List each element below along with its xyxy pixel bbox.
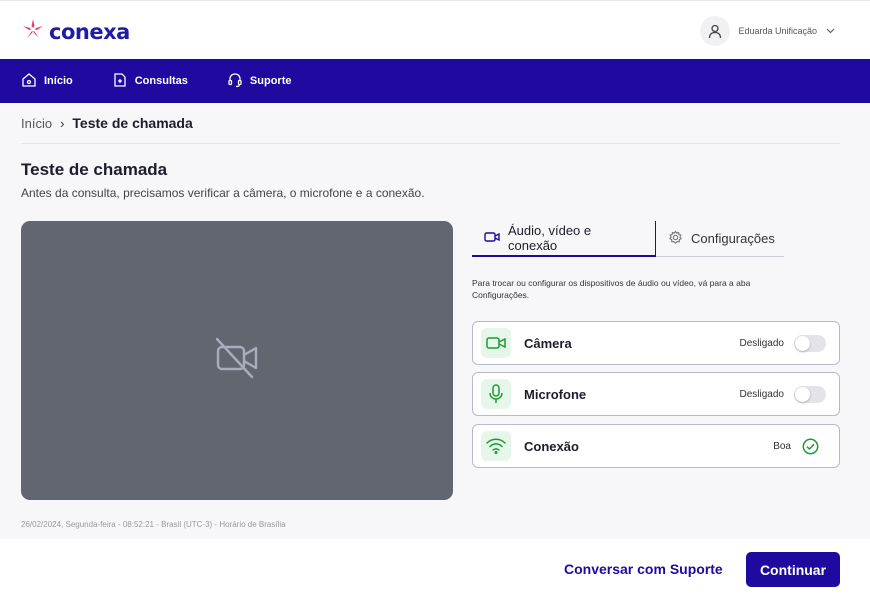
breadcrumb-current: Teste de chamada [72, 115, 193, 131]
logo[interactable]: conexa [21, 17, 130, 46]
tab-label: Configurações [691, 231, 775, 246]
logo-mark-icon [21, 17, 45, 46]
gear-icon [668, 229, 683, 248]
page-subtitle: Antes da consulta, precisamos verificar … [21, 186, 425, 200]
tab-configuracoes[interactable]: Configurações [656, 221, 784, 257]
toggle-knob [795, 386, 810, 402]
device-label: Câmera [524, 335, 572, 351]
timestamp: 26/02/2024, Segunda-feira - 08:52:21 - B… [21, 520, 286, 529]
nav-item-label: Suporte [249, 75, 292, 87]
microphone-icon [481, 379, 511, 409]
breadcrumb-home-link[interactable]: Início [21, 116, 52, 131]
camera-toggle[interactable] [794, 334, 826, 352]
user-name: Eduarda Unificação [738, 26, 817, 36]
wifi-icon [481, 431, 511, 461]
user-menu[interactable]: Eduarda Unificação [700, 16, 836, 46]
nav-item-consultas[interactable]: Consultas [112, 72, 188, 91]
chevron-down-icon[interactable] [825, 25, 836, 38]
device-card-connection: Conexão Boa [472, 424, 840, 468]
headset-icon [227, 72, 243, 91]
settings-tabs: Áudio, vídeo e conexão Configurações [472, 221, 784, 257]
device-label: Microfone [524, 386, 587, 402]
tab-label: Áudio, vídeo e conexão [508, 223, 592, 253]
top-bar: conexa Eduarda Unificação [0, 0, 870, 59]
tab-audio-video[interactable]: Áudio, vídeo e conexão [472, 221, 656, 257]
home-icon [21, 72, 37, 91]
microphone-toggle[interactable] [794, 385, 826, 403]
continue-button[interactable]: Continuar [746, 552, 840, 587]
device-label: Conexão [524, 438, 579, 454]
video-preview [21, 221, 453, 500]
breadcrumb: Início › Teste de chamada [21, 115, 193, 131]
info-text: Para trocar ou configurar os dispositivo… [472, 278, 751, 300]
nav-item-inicio[interactable]: Início [21, 72, 73, 91]
device-status: Desligado [739, 388, 784, 400]
divider [21, 143, 840, 144]
camera-icon [481, 328, 511, 358]
main-nav: Início Consultas Suporte [0, 59, 870, 103]
device-status: Desligado [739, 337, 784, 349]
device-card-camera: Câmera Desligado [472, 321, 840, 365]
footer [0, 539, 870, 594]
logo-text: conexa [49, 19, 130, 44]
check-circle-icon [801, 437, 819, 455]
toggle-knob [795, 335, 810, 351]
nav-item-label: Consultas [134, 75, 188, 87]
breadcrumb-separator: › [60, 115, 65, 131]
nav-item-suporte[interactable]: Suporte [227, 72, 292, 91]
video-icon [484, 229, 500, 248]
file-icon [112, 72, 128, 91]
page-title: Teste de chamada [21, 160, 168, 179]
device-status: Boa [773, 440, 791, 452]
device-card-microphone: Microfone Desligado [472, 372, 840, 416]
nav-item-label: Início [44, 75, 73, 87]
support-chat-button[interactable]: Conversar com Suporte [564, 561, 723, 577]
video-off-icon [214, 335, 260, 386]
user-icon [700, 16, 731, 46]
